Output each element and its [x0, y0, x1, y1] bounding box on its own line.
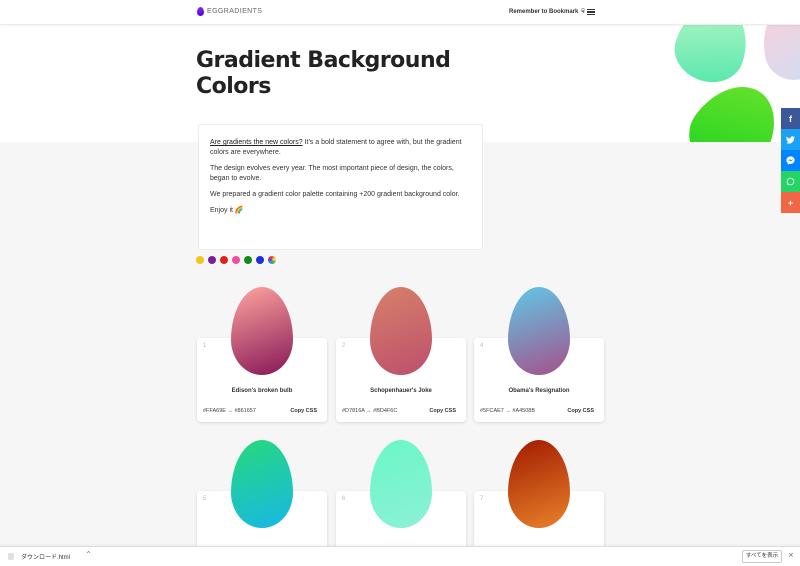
card-color-codes: #FFA69E → #861657: [203, 408, 256, 414]
page: EGGRADIENTS Remember to Bookmark ☟ Gradi…: [0, 0, 800, 566]
color-filter-green[interactable]: [244, 256, 252, 264]
card-number: 4: [480, 343, 484, 349]
color-filter-bar: [196, 256, 276, 264]
card-title: Edison's broken bulb: [231, 388, 293, 394]
logo-text: EGGRADIENTS: [207, 8, 263, 15]
intro-paragraph-1: Are gradients the new colors? It's a bol…: [210, 139, 462, 156]
intro-card: Are gradients the new colors? It's a bol…: [198, 124, 483, 250]
intro-paragraph-3: We prepared a gradient color palette con…: [210, 191, 460, 198]
color-filter-purple[interactable]: [208, 256, 216, 264]
chevron-up-icon[interactable]: ^: [86, 551, 91, 558]
show-all-button[interactable]: すべてを表示: [742, 550, 782, 563]
card-number: 7: [480, 496, 484, 502]
gradient-egg[interactable]: [508, 440, 570, 528]
card-title: Obama's Resignation: [508, 388, 570, 394]
more-share-icon[interactable]: +: [781, 192, 800, 213]
twitter-share-icon[interactable]: [781, 129, 800, 150]
messenger-share-icon[interactable]: [781, 150, 800, 171]
color-filter-yellow[interactable]: [196, 256, 204, 264]
site-logo[interactable]: EGGRADIENTS: [197, 7, 262, 16]
card-color-codes: #D7816A → #BD4F6C: [342, 408, 398, 414]
close-icon[interactable]: ×: [788, 551, 794, 559]
intro-paragraph-4: Enjoy it 🌈: [210, 207, 244, 214]
gradient-egg[interactable]: [508, 287, 570, 375]
pointing-down-icon: ☟: [581, 9, 585, 15]
color-filter-red[interactable]: [220, 256, 228, 264]
card-number: 5: [203, 496, 207, 502]
card-color-codes: #5FCAE7 → #A4508B: [480, 408, 536, 414]
download-file-name[interactable]: ダウンロード.html: [21, 552, 70, 561]
file-icon: [8, 553, 14, 560]
card-number: 2: [342, 343, 346, 349]
card-number: 1: [203, 343, 207, 349]
intro-paragraph-2: The design evolves every year. The most …: [210, 165, 454, 182]
bookmark-label: Remember to Bookmark: [509, 9, 579, 15]
gradient-egg[interactable]: [370, 440, 432, 528]
whatsapp-share-icon[interactable]: [781, 171, 800, 192]
decorative-egg-green: [674, 69, 794, 142]
color-filter-pink[interactable]: [232, 256, 240, 264]
card-title: Schopenhauer's Joke: [370, 388, 432, 394]
color-filter-blue[interactable]: [256, 256, 264, 264]
top-header: EGGRADIENTS Remember to Bookmark ☟: [0, 0, 800, 25]
hamburger-menu-icon[interactable]: [587, 9, 595, 16]
facebook-share-icon[interactable]: f: [781, 108, 800, 129]
bookmark-reminder[interactable]: Remember to Bookmark ☟: [509, 8, 585, 15]
download-bar: ダウンロード.html ^ すべてを表示 ×: [0, 546, 800, 566]
page-title: Gradient Background Colors: [196, 48, 451, 99]
card-number: 6: [342, 496, 346, 502]
intro-link[interactable]: Are gradients the new colors?: [210, 139, 303, 146]
gradient-egg[interactable]: [231, 287, 293, 375]
color-filter-all[interactable]: [268, 256, 276, 264]
gradient-egg[interactable]: [231, 440, 293, 528]
copy-css-button[interactable]: Copy CSS: [290, 408, 317, 414]
gradient-egg[interactable]: [370, 287, 432, 375]
social-share-bar: f +: [781, 108, 800, 213]
copy-css-button[interactable]: Copy CSS: [567, 408, 594, 414]
copy-css-button[interactable]: Copy CSS: [429, 408, 456, 414]
egg-logo-icon: [197, 7, 204, 16]
